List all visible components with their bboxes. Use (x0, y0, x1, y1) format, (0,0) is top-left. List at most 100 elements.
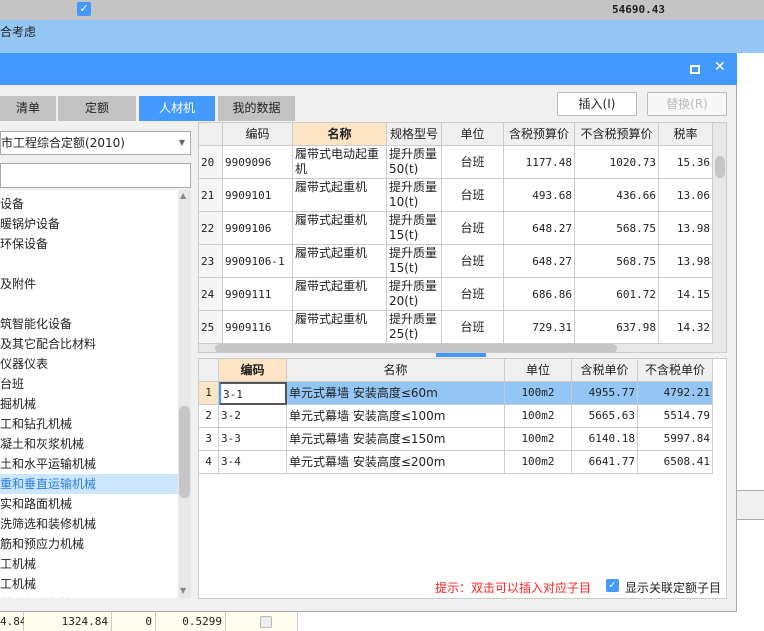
column-header[interactable]: 名称 (287, 359, 505, 382)
tree-item[interactable]: 掘机械 (0, 394, 178, 414)
row-number[interactable]: 1 (199, 382, 219, 405)
background-selected-row[interactable]: 合考虑 (0, 20, 764, 53)
grid-cell[interactable]: 台班 (442, 146, 504, 179)
column-header[interactable]: 编码 (223, 123, 293, 146)
grid-cell[interactable]: 提升质量10(t) (387, 179, 442, 212)
show-related-checkbox[interactable]: ✓ (606, 579, 619, 592)
column-header[interactable]: 不含税单价 (638, 359, 713, 382)
grid-cell[interactable]: 提升质量50(t) (387, 146, 442, 179)
tree-item[interactable]: 工机械 (0, 574, 178, 594)
insert-button[interactable]: 插入(I) (557, 92, 637, 116)
splitter-handle[interactable] (436, 353, 486, 357)
column-header[interactable]: 单位 (505, 359, 572, 382)
grid-cell[interactable]: 13.98 (659, 245, 713, 278)
grid-cell[interactable]: 履带式起重机 (293, 212, 387, 245)
grid-cell[interactable]: 台班 (442, 278, 504, 311)
row-number[interactable]: 25 (199, 311, 223, 344)
horizontal-scrollbar[interactable] (199, 343, 726, 352)
tree-item[interactable]: 工机械 (0, 554, 178, 574)
tree-item[interactable]: 设备 (0, 194, 178, 214)
checkbox-checked-icon[interactable]: ✓ (77, 2, 91, 16)
grid-cell[interactable]: 单元式幕墙 安装高度≤200m (287, 451, 505, 474)
row-number[interactable]: 23 (199, 245, 223, 278)
grid-cell[interactable]: 14.15 (659, 278, 713, 311)
grid-cell[interactable]: 单元式幕墙 安装高度≤150m (287, 428, 505, 451)
tree-item[interactable] (0, 254, 178, 274)
tree-item[interactable]: 重和垂直运输机械 (0, 474, 178, 494)
grid-cell[interactable]: 提升质量20(t) (387, 278, 442, 311)
tree-item[interactable]: 土和水平运输机械 (0, 454, 178, 474)
grid-cell[interactable]: 13.06 (659, 179, 713, 212)
column-header[interactable]: 含税单价 (572, 359, 638, 382)
grid-cell[interactable]: 648.27 (504, 212, 575, 245)
arrow-down-icon[interactable]: ▼ (180, 586, 186, 595)
grid-cell[interactable]: 履带式起重机 (293, 311, 387, 344)
grid-cell[interactable]: 100m2 (505, 451, 572, 474)
row-number[interactable]: 21 (199, 179, 223, 212)
grid-cell[interactable]: 1177.48 (504, 146, 575, 179)
grid-cell[interactable]: 13.98 (659, 212, 713, 245)
column-header[interactable]: 单位 (442, 123, 504, 146)
grid-cell[interactable]: 3-4 (219, 451, 287, 474)
grid-cell[interactable]: 3-2 (219, 405, 287, 428)
grid-cell[interactable]: 4955.77 (572, 382, 638, 405)
grid-cell[interactable]: 100m2 (505, 405, 572, 428)
grid-cell[interactable]: 5514.79 (638, 405, 713, 428)
grid-cell[interactable]: 648.27 (504, 245, 575, 278)
grid-cell[interactable]: 9909096 (223, 146, 293, 179)
tree-item[interactable]: 环保设备 (0, 234, 178, 254)
tree-item[interactable] (0, 294, 178, 314)
grid-cell[interactable]: 601.72 (575, 278, 659, 311)
tab-labor-material-machine[interactable]: 人材机 (139, 96, 215, 121)
grid-cell[interactable]: 729.31 (504, 311, 575, 344)
scrollbar-thumb[interactable] (179, 406, 190, 498)
scrollbar-thumb[interactable] (715, 156, 725, 178)
tree-item[interactable]: 洗筛选和装修机械 (0, 514, 178, 534)
grid-cell[interactable]: 568.75 (575, 245, 659, 278)
tree-item[interactable]: 台班 (0, 374, 178, 394)
grid-cell[interactable]: 台班 (442, 245, 504, 278)
grid-cell[interactable]: 100m2 (505, 382, 572, 405)
bottom-checkbox-cell[interactable] (226, 612, 298, 631)
grid-cell[interactable]: 台班 (442, 311, 504, 344)
grid-cell[interactable]: 15.36 (659, 146, 713, 179)
row-number[interactable]: 22 (199, 212, 223, 245)
row-number[interactable]: 20 (199, 146, 223, 179)
grid-cell[interactable]: 9909101 (223, 179, 293, 212)
column-header[interactable]: 规格型号 (387, 123, 442, 146)
library-select[interactable]: 市工程综合定额(2010) ▼ (0, 131, 191, 155)
grid-cell[interactable]: 3-1 (219, 382, 287, 405)
checkbox-unchecked-icon[interactable] (260, 616, 272, 628)
grid-cell[interactable]: 履带式起重机 (293, 179, 387, 212)
tree-item[interactable]: 工和钻孔机械 (0, 414, 178, 434)
grid-cell[interactable]: 100m2 (505, 428, 572, 451)
row-number[interactable]: 4 (199, 451, 219, 474)
grid-cell[interactable]: 5997.84 (638, 428, 713, 451)
grid-cell[interactable]: 568.75 (575, 212, 659, 245)
column-header[interactable]: 不含税预算价 (575, 123, 659, 146)
grid-cell[interactable]: 6508.41 (638, 451, 713, 474)
grid-cell[interactable]: 单元式幕墙 安装高度≤100m (287, 405, 505, 428)
grid-cell[interactable]: 9909106 (223, 212, 293, 245)
grid-cell[interactable]: 6641.77 (572, 451, 638, 474)
grid-cell[interactable]: 提升质量25(t) (387, 311, 442, 344)
grid-cell[interactable]: 9909111 (223, 278, 293, 311)
grid-cell[interactable]: 5665.63 (572, 405, 638, 428)
grid-cell[interactable]: 6140.18 (572, 428, 638, 451)
grid-cell[interactable]: 637.98 (575, 311, 659, 344)
grid-cell[interactable]: 4792.21 (638, 382, 713, 405)
grid-cell[interactable]: 履带式起重机 (293, 245, 387, 278)
row-number[interactable]: 24 (199, 278, 223, 311)
grid-cell[interactable]: 9909116 (223, 311, 293, 344)
grid-cell[interactable]: 1020.73 (575, 146, 659, 179)
grid-cell[interactable]: 9909106-1 (223, 245, 293, 278)
tree-item[interactable]: 料和打磨机械 (0, 594, 178, 598)
dialog-title-bar[interactable]: ✕ (0, 53, 737, 85)
tab-quota[interactable]: 定额 (58, 96, 136, 121)
grid-cell[interactable]: 14.32 (659, 311, 713, 344)
tab-my-data[interactable]: 我的数据 (218, 96, 295, 121)
row-number[interactable]: 3 (199, 428, 219, 451)
scrollbar-thumb[interactable] (215, 344, 617, 352)
tree-item[interactable]: 筋和预应力机械 (0, 534, 178, 554)
tree-item[interactable]: 暖锅炉设备 (0, 214, 178, 234)
